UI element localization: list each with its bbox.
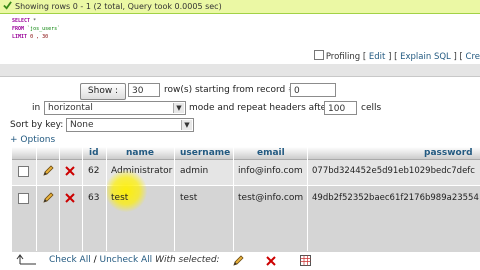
pencil-icon[interactable]: [42, 165, 54, 177]
cell-email: test@info.com: [238, 193, 304, 203]
explain-sql-link[interactable]: Explain SQL: [400, 52, 451, 62]
cell-id: 62: [88, 166, 100, 176]
cell-password: 49db2f52352baec61f2176b989a23554: [312, 193, 479, 203]
sort-by-key-label: Sort by key:: [10, 120, 64, 130]
create-php-code-link[interactable]: Cre: [466, 52, 480, 62]
pencil-icon[interactable]: [232, 255, 244, 267]
arrow-left-up-icon: [16, 254, 36, 265]
cell-username: admin: [180, 166, 209, 176]
slash-separator: /: [93, 255, 97, 265]
repeat-headers-label: mode and repeat headers after: [189, 103, 330, 113]
rows-starting-label: row(s) starting from record #: [164, 85, 296, 95]
column-divider: [307, 147, 308, 251]
check-uncheck-links: Check All / Uncheck All With selected:: [49, 255, 220, 265]
sql-limit-args: 0 , 30: [27, 34, 49, 40]
cursor-highlight: [105, 170, 147, 212]
column-header-email[interactable]: email: [257, 147, 285, 159]
column-header-username[interactable]: username: [180, 147, 230, 159]
bracket: [: [362, 52, 367, 62]
cell-email: info@info.com: [238, 166, 303, 176]
in-label: in: [32, 103, 41, 113]
success-message: Showing rows 0 - 1 (2 total, Query took …: [0, 0, 480, 14]
options-toggle[interactable]: + Options: [10, 135, 55, 145]
with-selected-label: With selected:: [155, 255, 220, 265]
sql-table-name: `jos_users`: [24, 26, 61, 32]
bracket: ] [: [453, 52, 463, 62]
display-mode-value: horizontal: [48, 103, 93, 113]
column-divider: [36, 147, 37, 251]
sql-links: Profiling [ Edit ] [ Explain SQL ] [ Cre: [313, 50, 480, 62]
delete-icon[interactable]: [65, 193, 75, 203]
delete-icon[interactable]: [266, 256, 276, 266]
row-checkbox[interactable]: [18, 166, 29, 177]
profiling-label: Profiling: [325, 52, 361, 62]
cells-label: cells: [361, 103, 382, 113]
sql-select-args: *: [30, 18, 37, 24]
sql-keyword-limit: LIMIT: [12, 34, 28, 40]
repeat-headers-input[interactable]: 100: [324, 101, 357, 115]
uncheck-all-link[interactable]: Uncheck All: [100, 255, 153, 265]
sql-query-box: SELECT * FROM `jos_users` LIMIT 0 , 30 P…: [0, 14, 480, 65]
table-footer: Check All / Uncheck All With selected:: [0, 252, 480, 270]
profiling-checkbox[interactable]: [313, 50, 324, 60]
show-button[interactable]: Show :: [80, 83, 126, 100]
navigation-bar: [0, 64, 480, 77]
edit-link[interactable]: Edit: [369, 52, 385, 62]
column-header-id[interactable]: id: [89, 147, 99, 159]
delete-icon[interactable]: [65, 166, 75, 176]
column-divider: [233, 147, 234, 251]
cell-password: 077bd324452e5d91eb1029bedc7defc: [312, 166, 475, 176]
chevron-down-icon: ▼: [181, 120, 192, 130]
column-header-name[interactable]: name: [126, 147, 154, 159]
bracket: ] [: [388, 52, 398, 62]
column-divider: [174, 147, 175, 251]
cell-username: test: [180, 193, 198, 203]
column-divider: [59, 147, 60, 251]
sql-keyword-select: SELECT: [12, 18, 31, 24]
column-divider: [106, 147, 107, 251]
row-count-input[interactable]: 30: [128, 83, 160, 97]
column-divider: [82, 147, 83, 251]
cell-id: 63: [88, 193, 100, 203]
sort-by-key-value: None: [70, 120, 94, 130]
sql-query: SELECT * FROM `jos_users` LIMIT 0 , 30: [12, 17, 60, 41]
status-text: Showing rows 0 - 1 (2 total, Query took …: [15, 2, 222, 11]
check-all-link[interactable]: Check All: [49, 255, 91, 265]
row-checkbox[interactable]: [18, 193, 29, 204]
pencil-icon[interactable]: [42, 192, 54, 204]
check-icon: [3, 1, 12, 10]
export-icon[interactable]: [300, 255, 311, 266]
sql-keyword-from: FROM: [12, 26, 25, 32]
display-mode-select[interactable]: horizontal ▼: [44, 101, 186, 115]
cell-name: test: [111, 193, 129, 203]
start-record-input[interactable]: 0: [290, 83, 336, 97]
sort-by-key-select[interactable]: None ▼: [66, 118, 194, 132]
column-header-password[interactable]: password: [424, 147, 473, 159]
chevron-down-icon: ▼: [173, 103, 184, 113]
